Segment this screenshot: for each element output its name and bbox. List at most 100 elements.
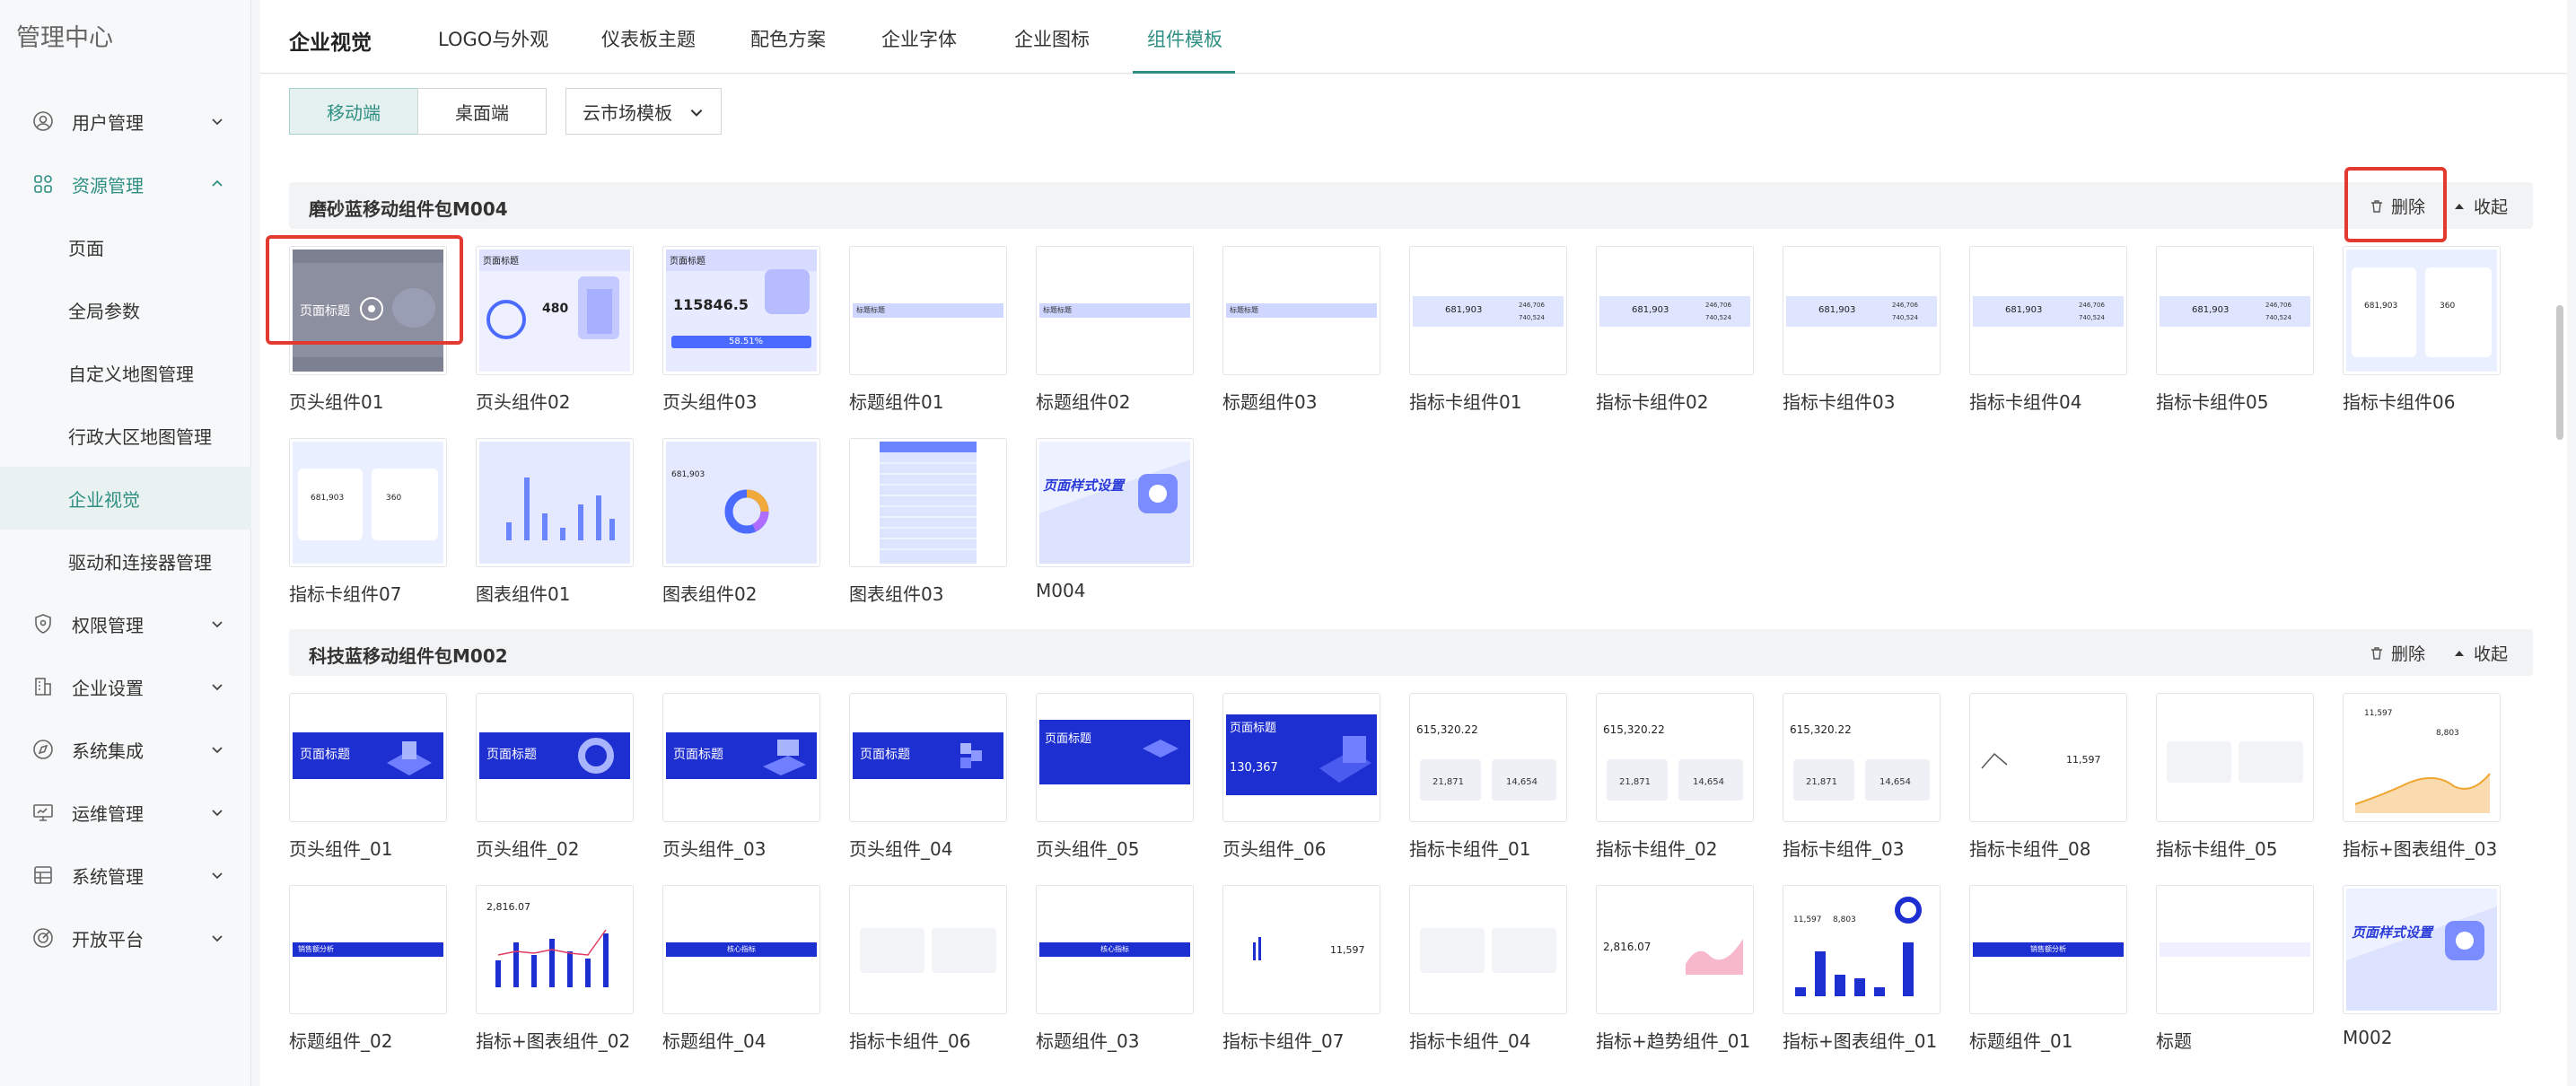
tab-component-template[interactable]: 组件模板 [1147,25,1222,52]
tab-font[interactable]: 企业字体 [881,25,957,52]
template-card[interactable]: 页面标题 [289,693,447,822]
template-card[interactable] [476,438,634,567]
building-icon [35,678,51,696]
thumb-title-text: 页面标题 [483,257,519,267]
template-card[interactable]: 681,903 360 [2343,246,2501,375]
collapse-button[interactable]: 收起 [2452,641,2508,665]
template-card[interactable]: 页面样式设置 [1036,438,1194,567]
thumb-value: 740,524 [1892,314,1918,321]
template-card[interactable]: 页面标题 [1036,693,1194,822]
sidebar-item-label: 开放平台 [72,928,144,950]
card-label: 页头组件_06 [1222,838,1327,860]
sidebar-item-enterprise[interactable]: 企业设置 [0,655,251,718]
template-card[interactable]: 销售额分析 [289,885,447,1014]
template-card[interactable]: 标题标题 [1036,246,1194,375]
template-card[interactable] [2156,693,2314,822]
layers-icon [34,866,52,884]
desktop-toggle[interactable]: 桌面端 [417,88,547,135]
tab-logo[interactable]: LOGO与外观 [438,25,548,52]
template-card[interactable]: 681,903 246,706 740,524 [1969,246,2127,375]
chevron-down-icon [212,810,223,817]
sidebar-sub-global-params[interactable]: 全局参数 [0,278,251,341]
sidebar-item-integration[interactable]: 系统集成 [0,718,251,781]
sidebar-item-resource[interactable]: 资源管理 [0,153,251,215]
sidebar-sub-custom-map[interactable]: 自定义地图管理 [0,341,251,404]
template-card[interactable]: 2,816.07 [1596,885,1754,1014]
thumb-title-bar: 标题标题 [1039,303,1190,318]
package-name: 磨砂蓝移动组件包M004 [309,198,508,220]
thumb-title-text: 页面标题 [670,257,705,267]
thumb-value: 681,903 [671,470,705,479]
thumb-title-text: 页面标题 [673,748,723,762]
thumb-illustration [960,743,982,768]
sidebar-sub-enterprise-visual[interactable]: 企业视觉 [0,467,251,530]
tab-icon[interactable]: 企业图标 [1014,25,1090,52]
template-card[interactable]: 11,597 [1222,885,1380,1014]
template-card[interactable]: 页面标题 [662,693,820,822]
template-card[interactable]: 页面标题 130,367 [1222,693,1380,822]
tab-color-scheme[interactable]: 配色方案 [750,25,826,52]
template-card[interactable]: 681,903 [662,438,820,567]
template-card[interactable]: 615,320.22 21,871 14,654 [1596,693,1754,822]
card-label: 标题组件_01 [1969,1030,2073,1052]
thumb-value: 246,706 [2265,302,2291,309]
template-card[interactable]: 页面标题 [849,693,1007,822]
delete-button[interactable]: 删除 [2370,641,2425,665]
thumb-value: 740,524 [1519,314,1545,321]
template-card[interactable]: 核心指标 [662,885,820,1014]
sidebar-item-open-platform[interactable]: 开放平台 [0,906,251,969]
thumb-illustration [1143,740,1178,758]
template-card[interactable]: 11,597 [1969,693,2127,822]
template-card[interactable] [849,438,1007,567]
thumb-value: 615,320.22 [1603,723,1665,736]
template-card[interactable]: 2,816.07 [476,885,634,1014]
sidebar-item-system[interactable]: 系统管理 [0,844,251,906]
template-card[interactable] [849,885,1007,1014]
sidebar-item-label: 用户管理 [72,111,144,134]
sidebar-item-permission[interactable]: 权限管理 [0,592,251,655]
thumb-value: 615,320.22 [1790,723,1852,736]
thumb-value: 11,597 [1330,944,1365,956]
scrollbar-thumb[interactable] [2556,305,2563,440]
template-card[interactable]: 销售额分析 [1969,885,2127,1014]
template-card[interactable]: 页面标题 [476,693,634,822]
sidebar-item-ops[interactable]: 运维管理 [0,781,251,844]
template-card[interactable]: 681,903 246,706 740,524 [1409,246,1567,375]
sidebar-sub-region-map[interactable]: 行政大区地图管理 [0,404,251,467]
template-card[interactable]: 标题标题 [1222,246,1380,375]
card-label: 指标卡组件05 [2156,391,2269,413]
collapse-button[interactable]: 收起 [2452,194,2508,218]
sidebar-sub-driver[interactable]: 驱动和连接器管理 [0,530,251,592]
chevron-down-icon [212,621,223,628]
template-card[interactable]: 615,320.22 21,871 14,654 [1409,693,1567,822]
template-card[interactable] [1409,885,1567,1014]
thumb-value: 740,524 [2265,314,2291,321]
template-card[interactable]: 11,597 8,803 [2343,693,2501,822]
template-card[interactable]: 页面标题 115846.5 58.51% [662,246,820,375]
template-card[interactable]: 核心指标 [1036,885,1194,1014]
template-card[interactable]: 681,903 246,706 740,524 [1596,246,1754,375]
sidebar-item-user[interactable]: 用户管理 [0,90,251,153]
thumb-value: 21,871 [1806,777,1837,787]
thumb-value: 740,524 [2079,314,2105,321]
thumb-title-bar: 销售额分析 [1973,942,2124,957]
sidebar-sub-page[interactable]: 页面 [0,215,251,278]
mobile-toggle[interactable]: 移动端 [289,88,418,135]
grid-icon [34,175,52,193]
card-label: 标题组件01 [849,391,944,413]
template-card[interactable]: 页面样式设置 [2343,885,2501,1014]
template-card[interactable]: 11,597 8,803 [1783,885,1941,1014]
thumb-title-bar: 核心指标 [1039,942,1190,957]
template-card[interactable]: 681,903 360 [289,438,447,567]
tab-dashboard-theme[interactable]: 仪表板主题 [601,25,696,52]
thumb-value: 681,903 [2192,305,2230,315]
template-card[interactable]: 681,903 246,706 740,524 [2156,246,2314,375]
template-card[interactable]: 页面标题 480 [476,246,634,375]
template-card[interactable]: 615,320.22 21,871 14,654 [1783,693,1941,822]
card-label: 标题组件_04 [662,1030,767,1052]
template-card[interactable]: 标题标题 [849,246,1007,375]
thumb-value: 681,903 [1818,305,1856,315]
template-card[interactable]: 681,903 246,706 740,524 [1783,246,1941,375]
template-card[interactable] [2156,885,2314,1014]
template-source-select[interactable]: 云市场模板 [565,88,722,135]
